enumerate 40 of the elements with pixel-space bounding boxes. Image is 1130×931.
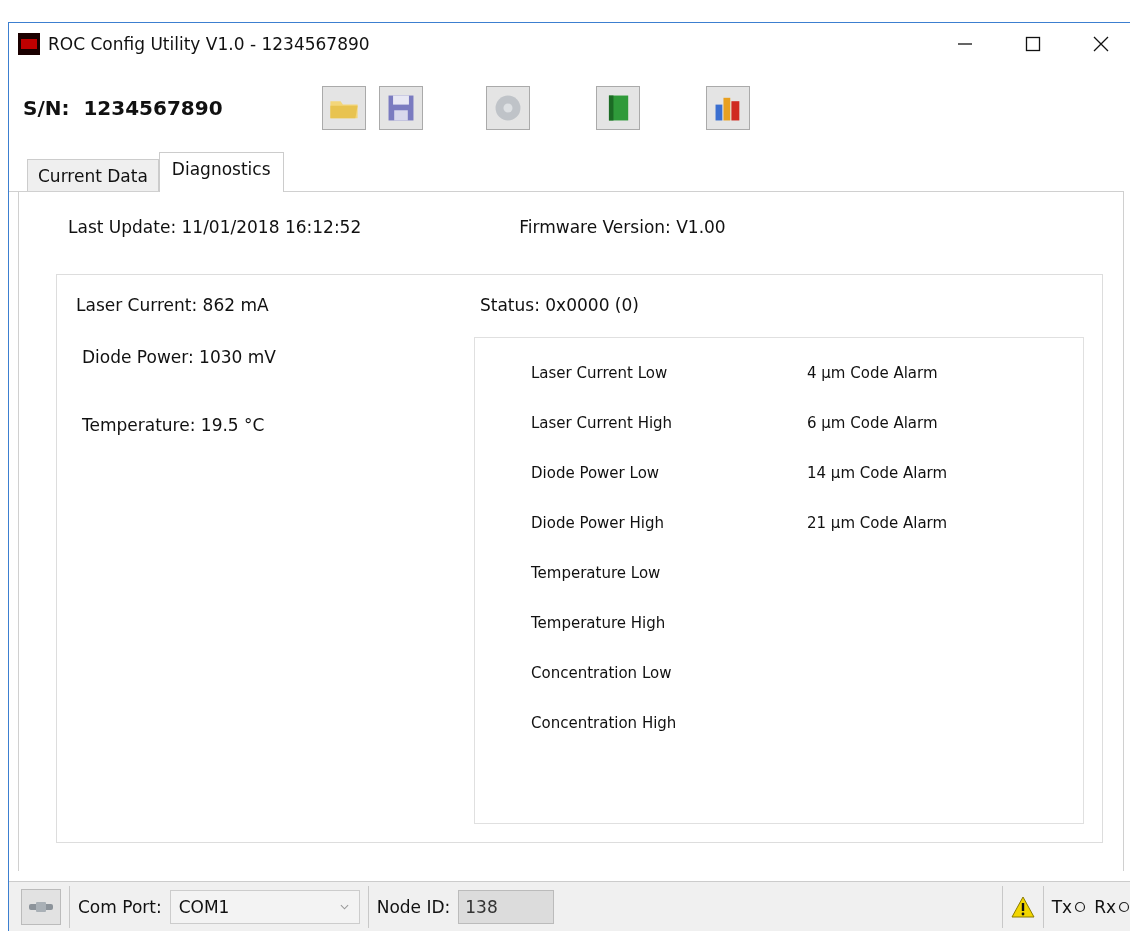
alarm-label: Temperature Low — [531, 563, 662, 584]
rx-label: Rx — [1094, 897, 1116, 917]
alarm-label: Concentration High — [531, 713, 678, 734]
status-text: Status: 0x0000 (0) — [479, 295, 640, 317]
tx-label: Tx — [1051, 897, 1073, 917]
alarm-label: Laser Current High — [531, 413, 674, 434]
alarm-label: 21 µm Code Alarm — [807, 513, 949, 534]
save-button[interactable] — [379, 86, 424, 130]
tx-indicator-icon — [1074, 901, 1087, 913]
last-update-text: Last Update: 11/01/2018 16:12:52 — [68, 217, 362, 237]
maximize-button[interactable] — [1023, 34, 1043, 54]
chevron-down-icon — [339, 904, 349, 910]
bar-chart-button[interactable] — [706, 86, 751, 130]
reading-text: Temperature: 19.5 °C — [81, 415, 266, 437]
tab[interactable]: Diagnostics — [158, 152, 284, 192]
alarm-label: Laser Current Low — [531, 363, 669, 384]
firmware-version-text: Firmware Version: V1.00 — [519, 217, 726, 237]
alarm-label: Diode Power High — [531, 513, 665, 534]
node-id-field[interactable]: 138 — [458, 890, 555, 924]
plug-icon — [26, 899, 56, 915]
warning-icon — [1010, 896, 1035, 918]
alarm-label: Temperature High — [531, 613, 667, 634]
window-title: ROC Config Utility V1.0 - 1234567890 — [48, 34, 370, 54]
alarm-label: 4 µm Code Alarm — [807, 363, 939, 384]
serial-number: 1234567890 — [83, 96, 224, 120]
reading-text: Diode Power: 1030 mV — [81, 347, 277, 369]
com-port-dropdown[interactable]: COM1 — [169, 890, 360, 924]
tab[interactable]: Current Data — [27, 159, 159, 191]
alarm-label: 6 µm Code Alarm — [807, 413, 939, 434]
close-button[interactable] — [1091, 34, 1111, 54]
alarm-label: 14 µm Code Alarm — [807, 463, 949, 484]
serial-label: S/N: — [23, 96, 70, 120]
node-id-label: Node ID: — [376, 897, 451, 917]
alarm-label: Diode Power Low — [531, 463, 661, 484]
alarm-label: Concentration Low — [531, 663, 673, 684]
rx-indicator-icon — [1118, 901, 1130, 913]
com-port-label: Com Port: — [78, 897, 162, 917]
book-button[interactable] — [596, 86, 641, 130]
app-logo-icon — [18, 33, 40, 55]
reading-text: Laser Current: 862 mA — [76, 295, 270, 317]
